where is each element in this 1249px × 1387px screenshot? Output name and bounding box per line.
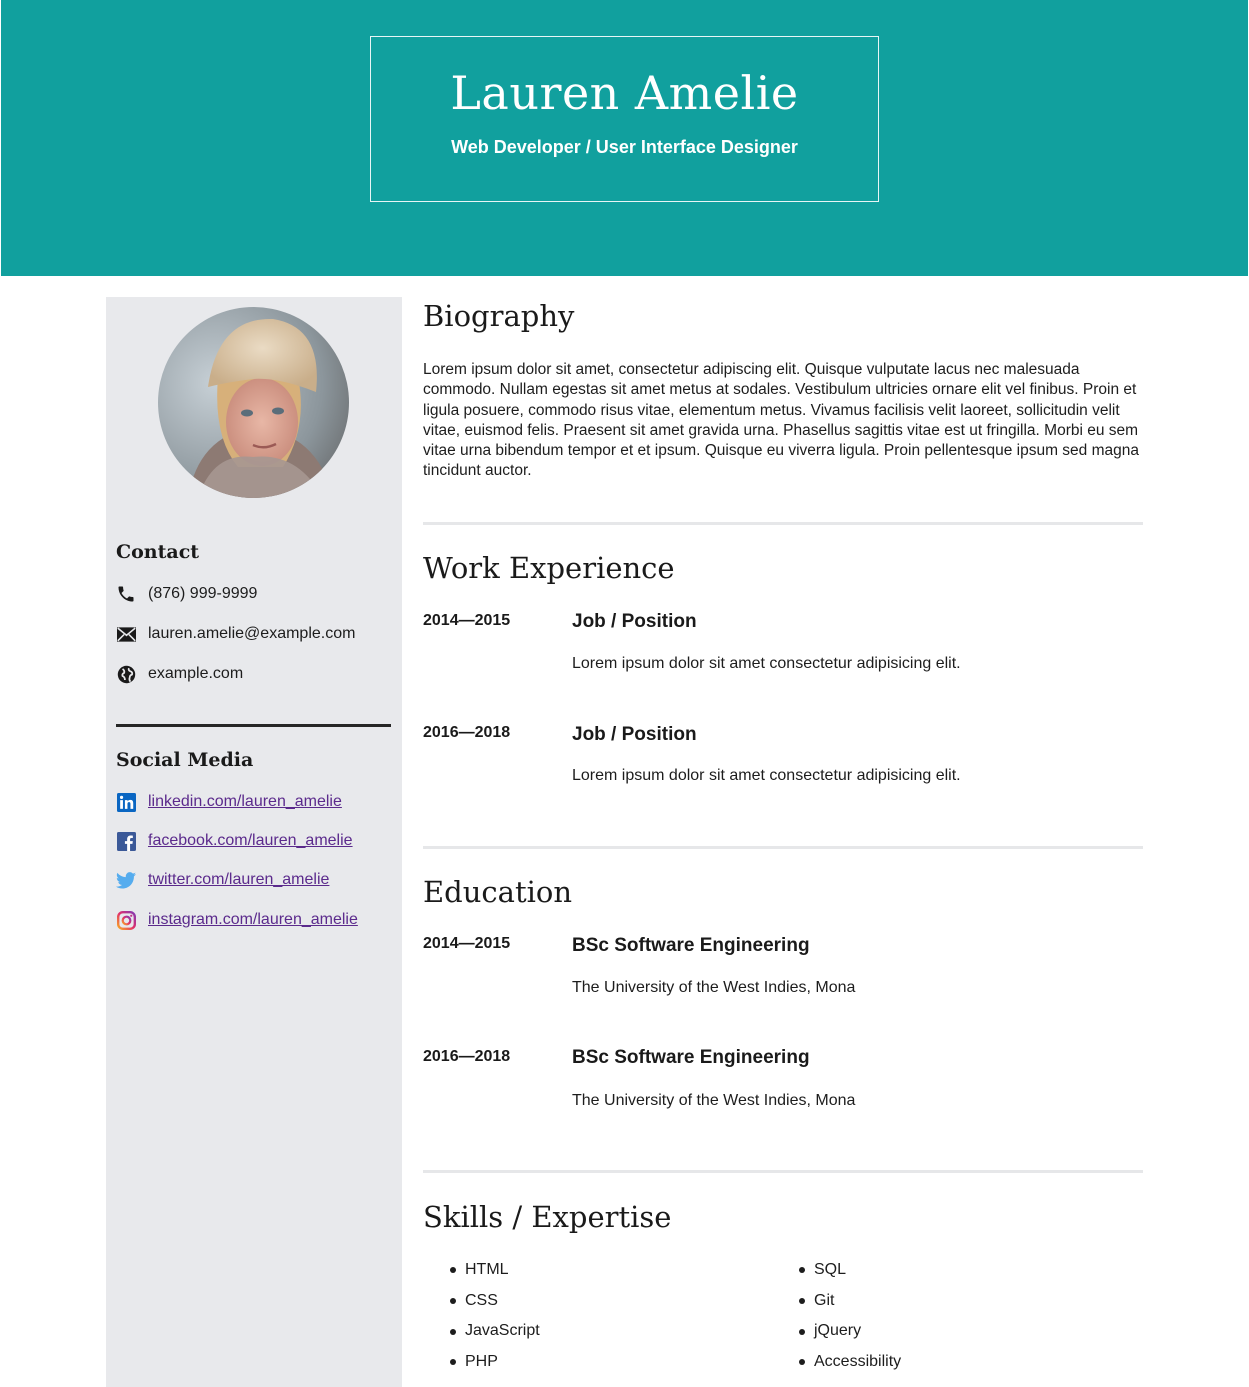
skill-item: SQL [799, 1255, 901, 1286]
education-heading: Education [423, 875, 573, 909]
sidebar-divider [116, 724, 391, 727]
person-name: Lauren Amelie [450, 66, 799, 120]
linkedin-icon [116, 792, 136, 812]
work-heading: Work Experience [423, 551, 675, 585]
education-desc: The University of the West Indies, Mona [572, 1092, 856, 1109]
linkedin-link[interactable]: linkedin.com/lauren_amelie [148, 793, 342, 811]
twitter-link[interactable]: twitter.com/lauren_amelie [148, 871, 329, 889]
biography-heading: Biography [423, 299, 575, 333]
twitter-icon [116, 870, 136, 890]
skills-list: SQL Git jQuery Accessibility [799, 1255, 901, 1378]
work-date: 2016—2018 [423, 724, 511, 741]
skills-heading: Skills / Expertise [423, 1200, 672, 1234]
skill-item: PHP [450, 1347, 540, 1378]
skill-item: jQuery [799, 1316, 901, 1347]
contact-email-text: lauren.amelie@example.com [148, 625, 356, 642]
skill-item: Accessibility [799, 1347, 901, 1378]
social-linkedin: linkedin.com/lauren_amelie [116, 790, 342, 814]
section-divider [423, 846, 1143, 849]
social-heading: Social Media [116, 749, 254, 771]
instagram-link[interactable]: instagram.com/lauren_amelie [148, 911, 358, 929]
header-title-box: Lauren Amelie Web Developer / User Inter… [370, 36, 879, 202]
skill-item: CSS [450, 1286, 540, 1317]
skills-list: HTML CSS JavaScript PHP [450, 1255, 540, 1378]
instagram-icon [116, 910, 136, 930]
contact-email: lauren.amelie@example.com [116, 622, 355, 646]
skill-item: HTML [450, 1255, 540, 1286]
contact-website-text: example.com [148, 665, 244, 682]
skill-item: JavaScript [450, 1316, 540, 1347]
work-date: 2014—2015 [423, 612, 511, 629]
work-desc: Lorem ipsum dolor sit amet consectetur a… [572, 655, 961, 672]
phone-icon [116, 584, 136, 604]
education-date: 2016—2018 [423, 1048, 511, 1065]
section-divider [423, 522, 1143, 525]
avatar [158, 307, 349, 498]
social-instagram: instagram.com/lauren_amelie [116, 908, 358, 932]
facebook-icon [116, 831, 136, 851]
work-title: Job / Position [572, 724, 697, 745]
header-banner: Lauren Amelie Web Developer / User Inter… [1, 0, 1248, 276]
work-title: Job / Position [572, 611, 697, 632]
facebook-link[interactable]: facebook.com/lauren_amelie [148, 832, 353, 850]
education-title: BSc Software Engineering [572, 935, 810, 956]
social-twitter: twitter.com/lauren_amelie [116, 868, 329, 892]
education-title: BSc Software Engineering [572, 1047, 810, 1068]
education-desc: The University of the West Indies, Mona [572, 979, 856, 996]
globe-icon [116, 664, 136, 684]
biography-text: Lorem ipsum dolor sit amet, consectetur … [423, 361, 1139, 480]
contact-heading: Contact [116, 541, 200, 563]
contact-phone: (876) 999-9999 [116, 582, 257, 606]
skill-item: Git [799, 1286, 901, 1317]
work-desc: Lorem ipsum dolor sit amet consectetur a… [572, 767, 961, 784]
education-date: 2014—2015 [423, 935, 511, 952]
job-title: Web Developer / User Interface Designer [451, 137, 798, 157]
envelope-icon [116, 624, 136, 644]
profile-photo [158, 307, 349, 498]
contact-website: example.com [116, 662, 243, 686]
section-divider [423, 1170, 1143, 1173]
sidebar: Contact (876) 999-9999 lauren.amelie@exa… [106, 297, 402, 1387]
social-facebook: facebook.com/lauren_amelie [116, 829, 353, 853]
contact-phone-text: (876) 999-9999 [148, 585, 258, 602]
